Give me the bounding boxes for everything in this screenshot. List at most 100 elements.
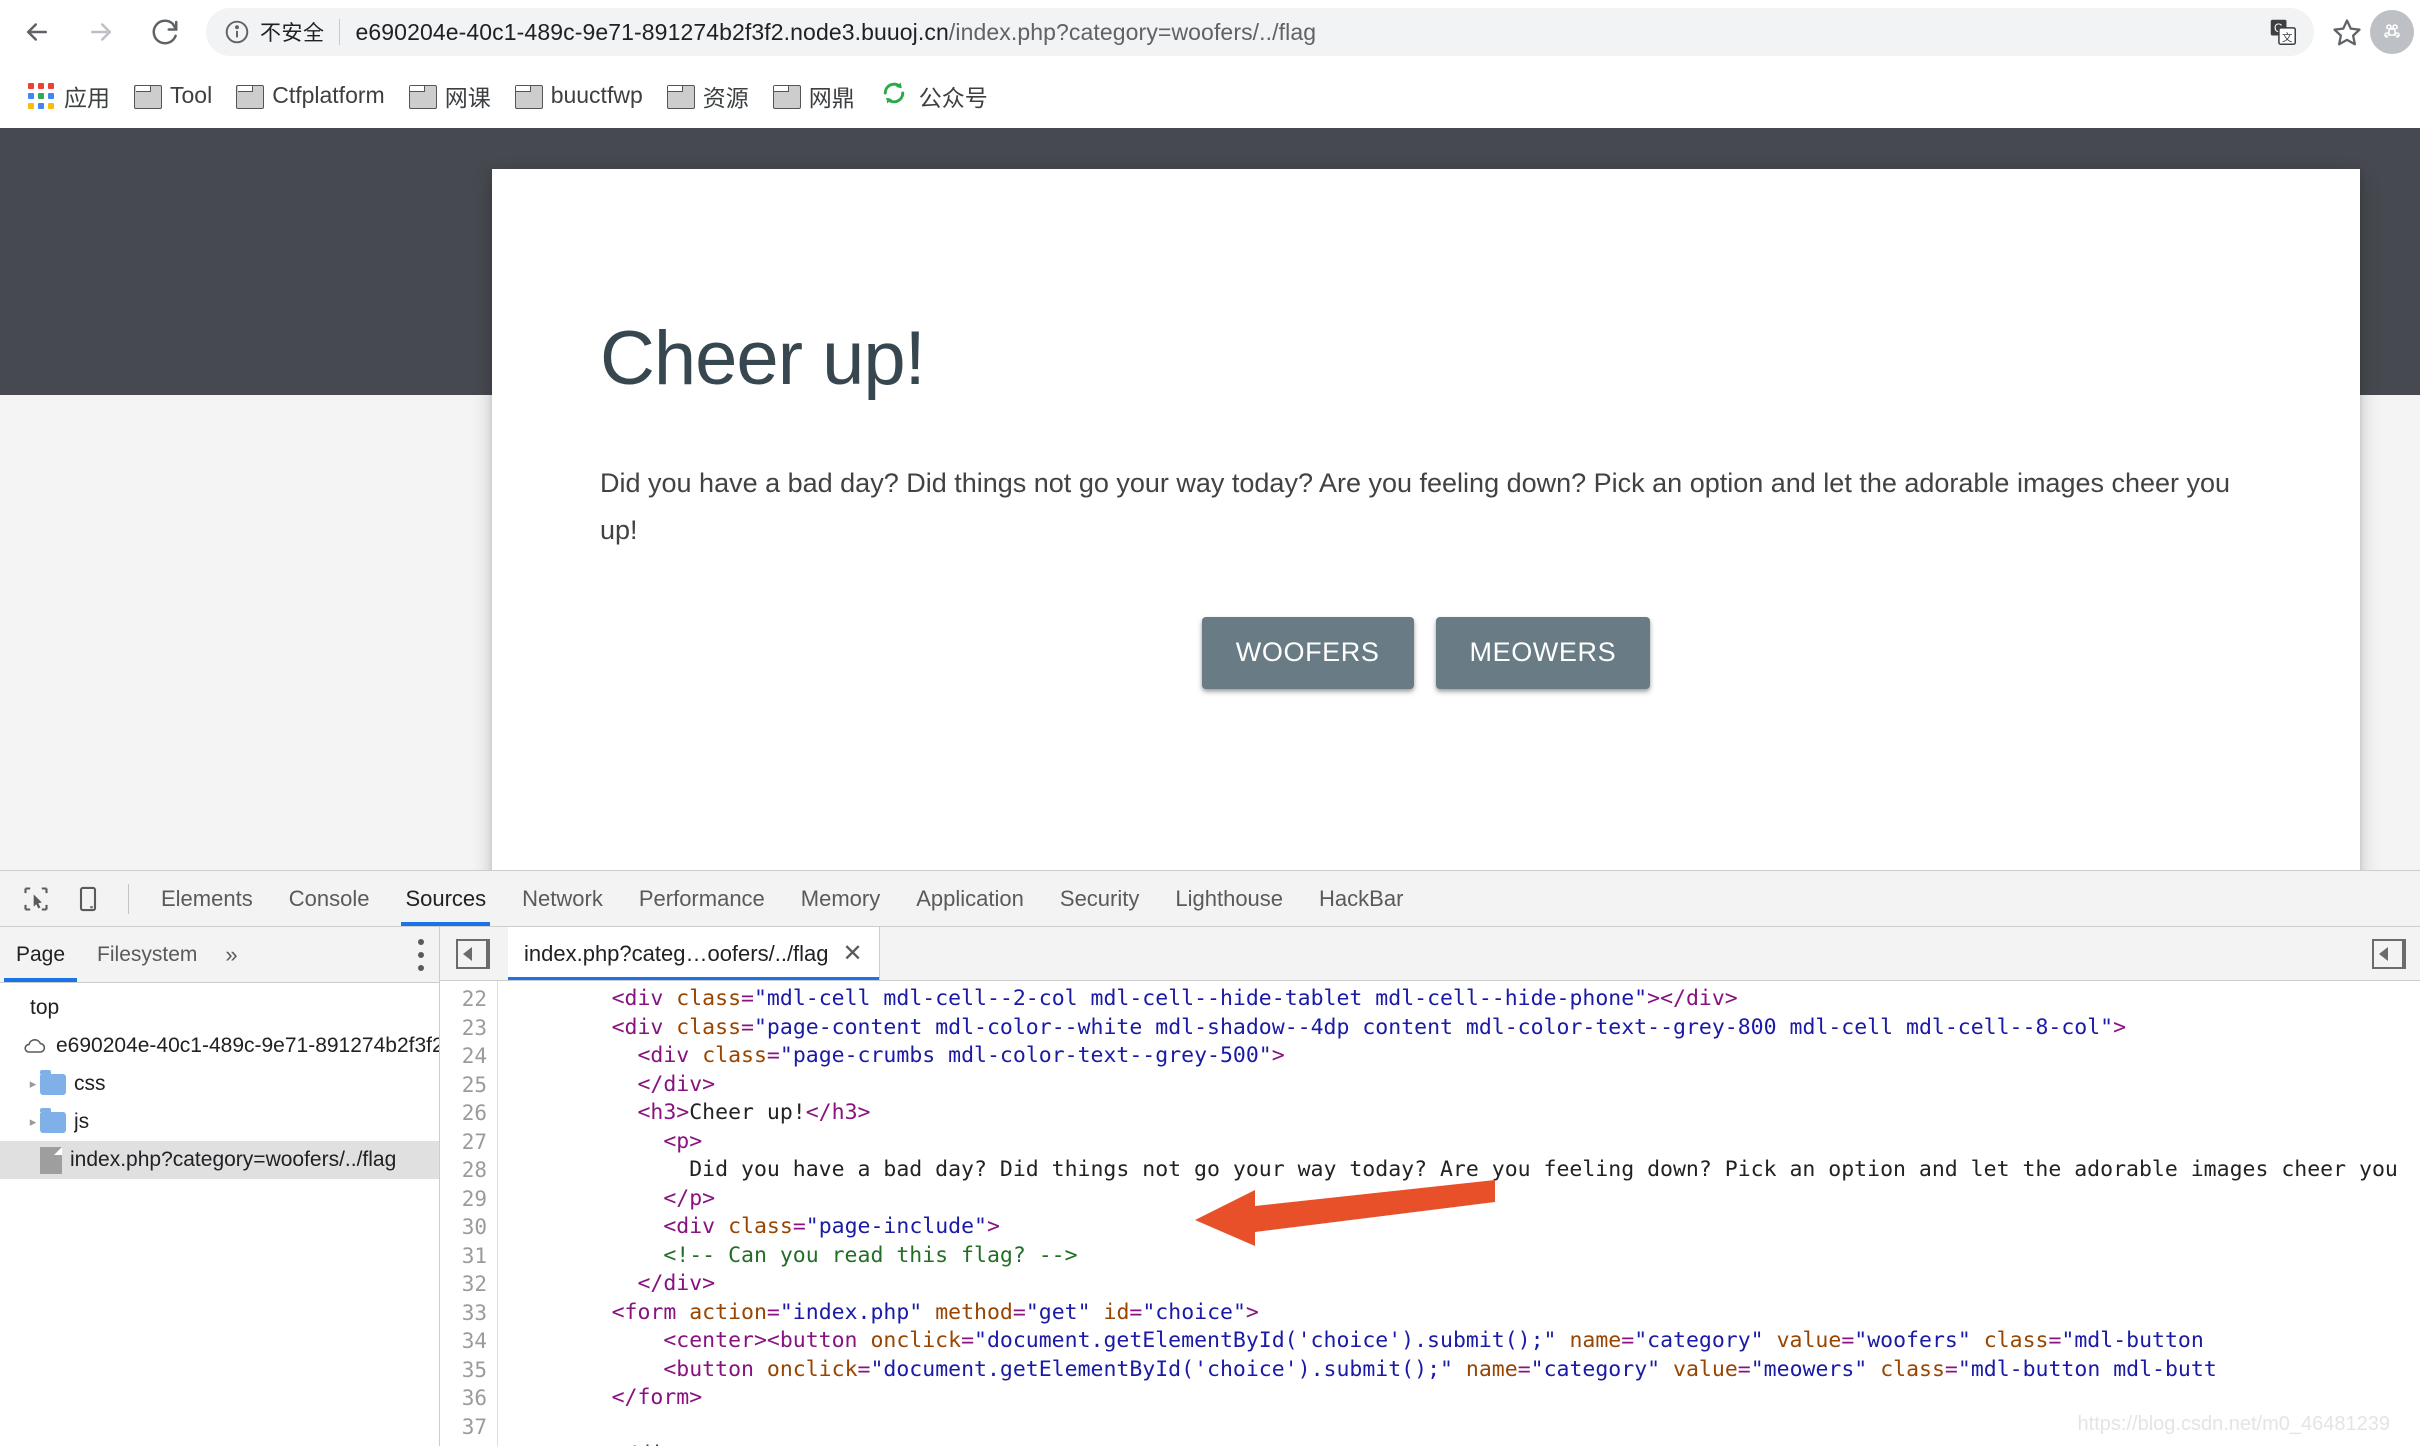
tree-label: e690204e-40c1-489c-9e71-891274b2f3f2 [56, 1034, 439, 1057]
code-token: = [741, 1014, 754, 1040]
line-number[interactable]: 27 [440, 1128, 487, 1157]
tab-console[interactable]: Console [271, 871, 388, 926]
tree-item-origin[interactable]: e690204e-40c1-489c-9e71-891274b2f3f2 [0, 1027, 439, 1065]
tab-memory[interactable]: Memory [783, 871, 898, 926]
line-number[interactable]: 34 [440, 1327, 487, 1356]
bookmark-item-wangding[interactable]: 网鼎 [761, 72, 867, 120]
code-line[interactable]: <p> [508, 1128, 2420, 1157]
tree-twisty[interactable]: ▸ [26, 1076, 40, 1092]
line-number[interactable]: 30 [440, 1213, 487, 1242]
source-code[interactable]: <div class="mdl-cell mdl-cell--2-col mdl… [498, 981, 2420, 1446]
line-number[interactable]: 24 [440, 1042, 487, 1071]
tree-item-top[interactable]: top [0, 989, 439, 1027]
collapse-sidebar-icon[interactable] [456, 938, 490, 969]
code-line[interactable]: </p> [508, 1185, 2420, 1214]
bookmark-item-tool[interactable]: Tool [122, 72, 224, 120]
code-line[interactable]: <form action="index.php" method="get" id… [508, 1299, 2420, 1328]
code-line[interactable]: <div class="page-crumbs mdl-color-text--… [508, 1042, 2420, 1071]
url-text[interactable]: e690204e-40c1-489c-9e71-891274b2f3f2.nod… [356, 19, 2261, 46]
back-button[interactable] [10, 5, 64, 59]
line-number[interactable]: 31 [440, 1242, 487, 1271]
woofers-button[interactable]: WOOFERS [1201, 616, 1414, 689]
tab-elements[interactable]: Elements [143, 871, 271, 926]
code-line[interactable]: </div> [508, 1270, 2420, 1299]
code-token: "page-crumbs mdl-color-text--grey-500" [779, 1043, 1272, 1068]
tab-performance[interactable]: Performance [621, 871, 783, 926]
code-line[interactable]: <center><button onclick="document.getEle… [508, 1327, 2420, 1356]
bookmark-star-icon[interactable] [2324, 9, 2370, 55]
expand-sidebar-icon[interactable] [2372, 938, 2406, 969]
line-number[interactable]: 32 [440, 1270, 487, 1299]
navigator-tab-page[interactable]: Page [0, 927, 81, 982]
tree-label: index.php?category=woofers/../flag [70, 1148, 397, 1171]
code-token: class [1880, 1356, 1945, 1382]
code-line[interactable]: <div class="page-include"> [508, 1213, 2420, 1242]
line-number[interactable]: 25 [440, 1071, 487, 1100]
code-token: name [1569, 1328, 1622, 1353]
code-token: <div [637, 1043, 703, 1068]
forward-button[interactable] [74, 5, 128, 59]
bookmark-item-gongzhonghao[interactable]: 公众号 [867, 72, 1000, 120]
inspect-cursor-icon[interactable] [14, 877, 58, 921]
line-number[interactable]: 28 [440, 1156, 487, 1185]
editor-scrollbar[interactable] [2408, 981, 2420, 1446]
line-number[interactable]: 36 [440, 1384, 487, 1413]
code-line[interactable]: Did you have a bad day? Did things not g… [508, 1156, 2420, 1185]
bookmarks-bar: 应用 Tool Ctfplatform 网课 buuctfwp 资源 网鼎 公众… [0, 64, 2420, 128]
code-line[interactable]: <div class="mdl-cell mdl-cell--2-col mdl… [508, 985, 2420, 1014]
profile-avatar-icon[interactable] [2370, 10, 2414, 54]
tree-item-indexphp[interactable]: index.php?category=woofers/../flag [0, 1141, 439, 1179]
close-icon[interactable]: ✕ [843, 941, 863, 966]
line-number[interactable]: 26 [440, 1099, 487, 1128]
tab-network[interactable]: Network [504, 871, 621, 926]
line-number[interactable]: 37 [440, 1413, 487, 1442]
code-line[interactable]: <div class="page-content mdl-color--whit… [508, 1014, 2420, 1043]
bookmark-label: buuctfwp [550, 82, 643, 108]
editor-tab-indexphp[interactable]: index.php?categ…oofers/../flag ✕ [508, 927, 880, 980]
bookmark-item-apps[interactable]: 应用 [16, 72, 122, 120]
bookmark-item-ctfplatform[interactable]: Ctfplatform [224, 72, 396, 120]
url-path: /index.php?category=woofers/../flag [948, 18, 1317, 45]
meowers-button[interactable]: MEOWERS [1435, 616, 1651, 689]
line-number[interactable]: 22 [440, 985, 487, 1014]
code-line[interactable]: </form> [508, 1384, 2420, 1413]
device-toolbar-icon[interactable] [66, 877, 110, 921]
line-number[interactable]: 23 [440, 1014, 487, 1043]
bookmark-item-buuctfwp[interactable]: buuctfwp [503, 72, 655, 120]
code-editor[interactable]: 222324252627282930313233343536373839 <di… [440, 981, 2420, 1446]
more-options-icon[interactable] [417, 939, 425, 971]
code-line[interactable]: <h3>Cheer up!</h3> [508, 1099, 2420, 1128]
tree-twisty[interactable]: ▸ [26, 1114, 40, 1130]
line-number[interactable]: 33 [440, 1299, 487, 1328]
code-line[interactable]: </div> [508, 1071, 2420, 1100]
bookmark-item-wangke[interactable]: 网课 [397, 72, 503, 120]
line-number[interactable]: 35 [440, 1356, 487, 1385]
translate-icon[interactable]: G文 [2260, 9, 2306, 55]
code-token: class [728, 1214, 793, 1239]
code-token: name [1465, 1356, 1518, 1382]
info-circle-icon[interactable] [224, 19, 250, 45]
tab-lighthouse[interactable]: Lighthouse [1157, 871, 1301, 926]
address-bar[interactable]: 不安全 e690204e-40c1-489c-9e71-891274b2f3f2… [206, 8, 2314, 56]
reload-button[interactable] [138, 5, 192, 59]
navigator-more-chevron-icon[interactable]: » [213, 942, 249, 968]
tab-application[interactable]: Application [898, 871, 1042, 926]
line-number[interactable]: 29 [440, 1185, 487, 1214]
code-token: </div> [612, 1442, 690, 1446]
code-token: </p> [663, 1185, 716, 1211]
tab-security[interactable]: Security [1042, 871, 1157, 926]
tab-hackbar[interactable]: HackBar [1301, 871, 1421, 926]
line-number[interactable]: 38 [440, 1441, 487, 1446]
code-line[interactable]: <!-- Can you read this flag? --> [508, 1242, 2420, 1271]
code-line[interactable]: <button onclick="document.getElementById… [508, 1356, 2420, 1385]
code-line[interactable]: </div> [508, 1441, 2420, 1446]
tree-item-css[interactable]: ▸ css [0, 1065, 439, 1103]
tab-sources[interactable]: Sources [387, 871, 504, 926]
bookmark-item-ziyuan[interactable]: 资源 [655, 72, 761, 120]
navigator-tab-filesystem[interactable]: Filesystem [81, 927, 213, 982]
tree-item-js[interactable]: ▸ js [0, 1103, 439, 1141]
